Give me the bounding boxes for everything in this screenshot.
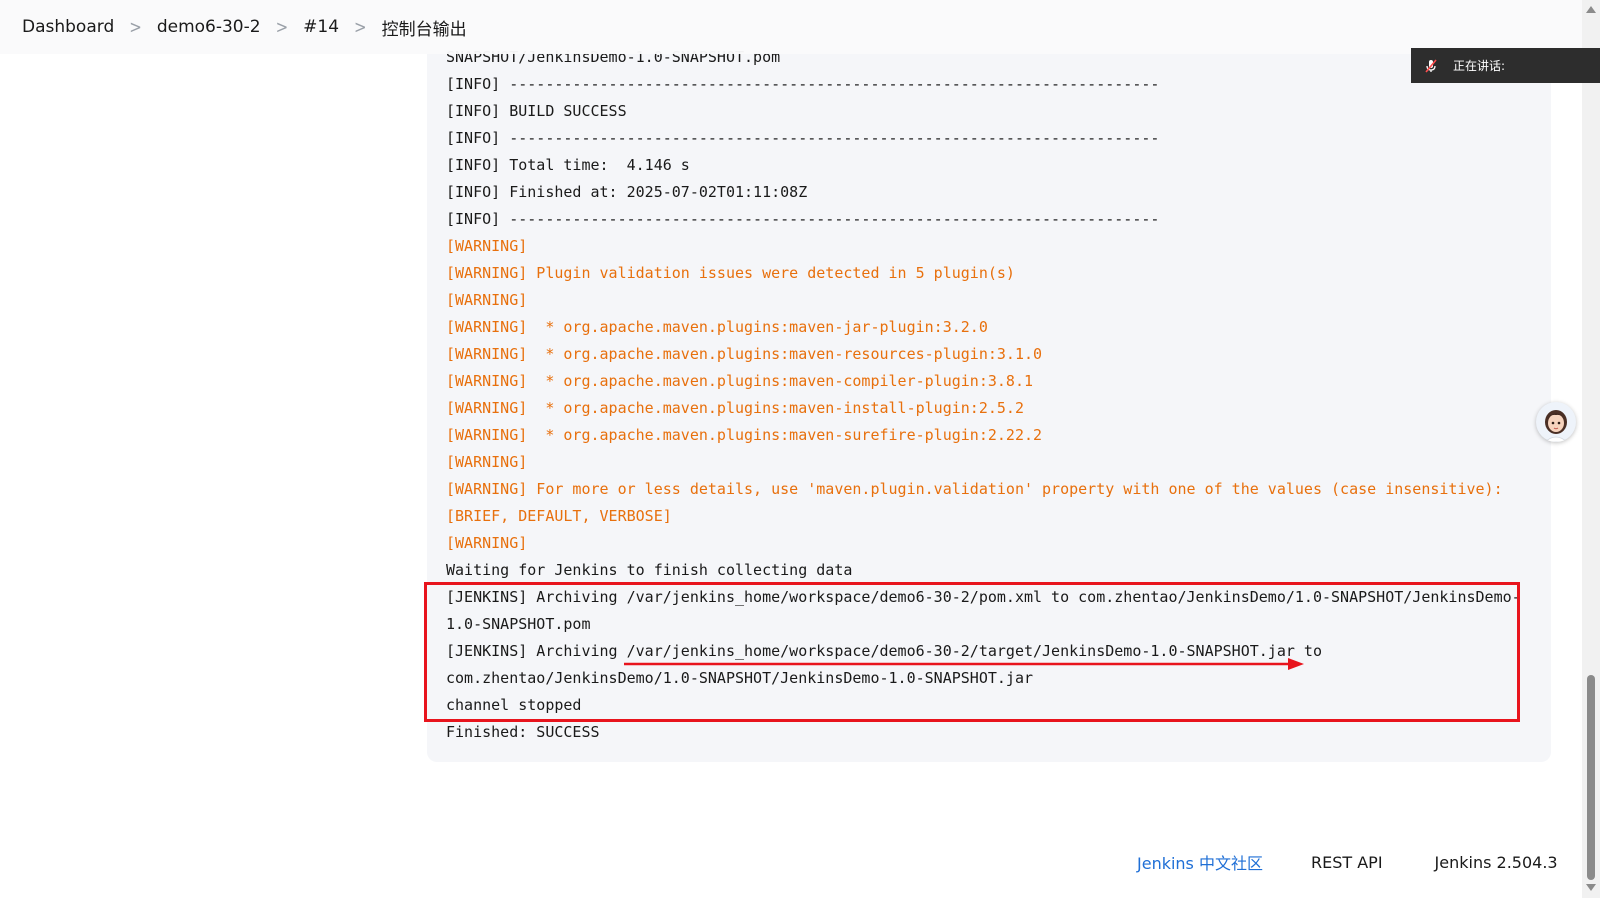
log-line: Finished: SUCCESS: [446, 723, 600, 741]
footer: Jenkins 中文社区 REST API Jenkins 2.504.3: [1137, 850, 1558, 874]
log-line: [INFO] BUILD SUCCESS: [446, 102, 627, 120]
log-line: [INFO] ---------------------------------…: [446, 210, 1160, 228]
log-line: [INFO] ---------------------------------…: [446, 75, 1160, 93]
chevron-right-icon: >: [354, 16, 367, 38]
log-line: [INFO] Total time: 4.146 s: [446, 156, 690, 174]
log-line: [JENKINS] Archiving /var/jenkins_home/wo…: [446, 588, 1521, 606]
log-line: [JENKINS] Archiving /var/jenkins_home/wo…: [446, 642, 1322, 660]
log-line: [INFO] ---------------------------------…: [446, 129, 1160, 147]
scrollbar-thumb[interactable]: [1587, 675, 1595, 880]
avatar-icon: [1544, 410, 1568, 442]
log-line: Waiting for Jenkins to finish collecting…: [446, 561, 853, 579]
log-line: [WARNING] * org.apache.maven.plugins:mav…: [446, 399, 1024, 417]
log-line: channel stopped: [446, 696, 582, 714]
log-line: [WARNING] For more or less details, use …: [446, 480, 1503, 498]
log-line: [WARNING]: [446, 291, 528, 309]
breadcrumb: Dashboard > demo6-30-2 > #14 > 控制台输出: [0, 0, 1582, 54]
log-line: [WARNING]: [446, 534, 528, 552]
breadcrumb-build-link[interactable]: #14: [303, 17, 339, 37]
log-line: [WARNING]: [446, 453, 528, 471]
console-log: SNAPSHOT/JenkinsDemo-1.0-SNAPSHOT.pom [IN…: [446, 44, 1556, 746]
log-line: [WARNING] Plugin validation issues were …: [446, 264, 1015, 282]
speaking-indicator: 正在讲话:: [1411, 48, 1600, 83]
log-line: 1.0-SNAPSHOT.pom: [446, 615, 591, 633]
log-line: [WARNING] * org.apache.maven.plugins:mav…: [446, 372, 1033, 390]
log-line: [INFO] Finished at: 2025-07-02T01:11:08Z: [446, 183, 808, 201]
breadcrumb-current-page: 控制台输出: [381, 19, 467, 40]
chevron-right-icon: >: [275, 16, 289, 38]
scroll-up-arrow-icon[interactable]: [1586, 6, 1596, 13]
log-line: [WARNING] * org.apache.maven.plugins:mav…: [446, 345, 1043, 363]
chevron-right-icon: >: [129, 16, 142, 38]
log-line: [WARNING]: [446, 237, 528, 255]
log-line: [WARNING] * org.apache.maven.plugins:mav…: [446, 318, 988, 336]
assistant-avatar[interactable]: [1536, 402, 1576, 442]
log-line: com.zhentao/JenkinsDemo/1.0-SNAPSHOT/Jen…: [446, 669, 1033, 687]
scroll-down-arrow-icon[interactable]: [1586, 884, 1596, 891]
breadcrumb-job-link[interactable]: demo6-30-2: [157, 17, 261, 37]
vertical-scrollbar[interactable]: [1582, 0, 1600, 898]
jenkins-community-link[interactable]: Jenkins 中文社区: [1137, 850, 1263, 874]
log-line: [BRIEF, DEFAULT, VERBOSE]: [446, 507, 672, 525]
rest-api-link[interactable]: REST API: [1311, 853, 1383, 872]
breadcrumb-dashboard-link[interactable]: Dashboard: [22, 17, 114, 37]
muted-mic-icon: [1425, 58, 1437, 73]
jenkins-version-link[interactable]: Jenkins 2.504.3: [1435, 853, 1558, 872]
speaking-label: 正在讲话:: [1453, 59, 1506, 73]
log-line: [WARNING] * org.apache.maven.plugins:mav…: [446, 426, 1043, 444]
